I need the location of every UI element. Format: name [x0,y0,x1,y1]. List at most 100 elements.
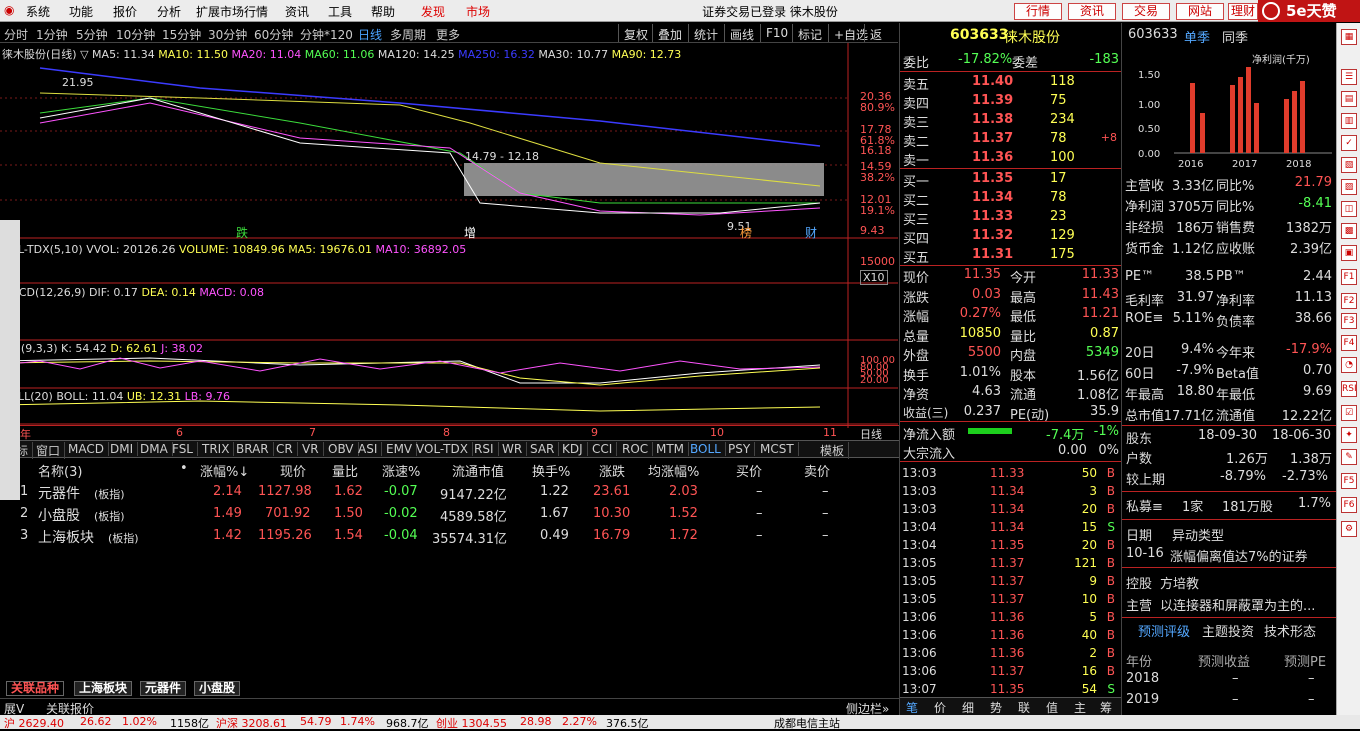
f10-button[interactable]: F10 [760,24,793,42]
tool-icon[interactable]: ◫ [1341,201,1357,217]
tab-chips[interactable]: 筹 [1100,699,1112,716]
tool-icon[interactable]: ▥ [1341,113,1357,129]
tab-fsl[interactable]: FSL [168,442,198,456]
tab-boll[interactable]: BOLL [686,442,726,456]
book-row[interactable]: 买五 11.31 175 [900,245,1121,266]
tab-psy[interactable]: PSY [724,442,756,456]
tab-mcst[interactable]: MCST [756,442,799,456]
stats-button[interactable]: 统计 [688,24,723,42]
tool-icon[interactable]: ✓ [1341,135,1357,151]
menu-market[interactable]: 市场 [466,3,490,20]
menu-news[interactable]: 资讯 [285,3,309,20]
col-speed[interactable]: 涨速% [382,461,420,480]
tab-main[interactable]: 主 [1074,699,1086,716]
col-volume-ratio[interactable]: 量比 [332,461,358,480]
event-text[interactable]: 涨幅偏离值达7%的证券 [1170,546,1308,565]
tab-theme-investing[interactable]: 主题投资 [1202,621,1254,640]
col-ask[interactable]: 卖价 [804,461,830,480]
menu-function[interactable]: 功能 [69,3,93,20]
tab-macd[interactable]: MACD [64,442,109,456]
tab-window[interactable]: 窗口 [32,442,66,459]
period-daily[interactable]: 日线 [358,26,382,43]
tool-icon[interactable]: F5 [1341,473,1357,489]
menu-extended-market[interactable]: 扩展市场行情 [196,3,268,20]
period-10min[interactable]: 10分钟 [116,26,155,43]
tool-icon[interactable]: ☰ [1341,69,1357,85]
book-row[interactable]: 卖四 11.39 75 [900,91,1121,112]
period-120min[interactable]: 分钟*120 [300,26,353,43]
tool-icon[interactable]: ▦ [1341,29,1357,45]
period-30min[interactable]: 30分钟 [208,26,247,43]
overlay-button[interactable]: 叠加 [652,24,687,42]
tool-icon[interactable]: ▤ [1341,91,1357,107]
tab-cr[interactable]: CR [272,442,298,456]
app-icon[interactable]: ◉ [4,3,14,17]
tab-kdj[interactable]: KDJ [558,442,588,456]
sheet-shanghai[interactable]: 上海板块 [74,681,133,696]
tab-sar[interactable]: SAR [526,442,560,456]
col-change[interactable]: 涨跌 [599,461,625,480]
book-row[interactable]: 买四 11.32 129 [900,226,1121,247]
tab-roc[interactable]: ROC [618,442,654,456]
period-multi[interactable]: 多周期 [390,26,426,43]
period-intraday[interactable]: 分时 [4,26,28,43]
tab-same-quarter[interactable]: 同季 [1222,27,1248,46]
tab-wr[interactable]: WR [498,442,528,456]
tab-forecast-rating[interactable]: 预测评级 [1138,621,1190,640]
sheet-components[interactable]: 元器件 [140,681,187,696]
tool-icon[interactable]: F1 [1341,269,1357,285]
tool-icon[interactable]: ☑ [1341,405,1357,421]
period-5min[interactable]: 5分钟 [76,26,108,43]
tool-icon[interactable]: ✦ [1341,427,1357,443]
tool-icon[interactable]: ⚙ [1341,521,1357,537]
quote-button[interactable]: 行情 [1014,3,1062,20]
tab-trend[interactable]: 势 [990,699,1002,716]
book-row[interactable]: 卖五 11.40 118 [900,72,1121,93]
tool-icon[interactable]: ✎ [1341,449,1357,465]
book-row[interactable]: 买一 11.35 17 [900,169,1121,190]
tab-price[interactable]: 价 [934,699,946,716]
period-60min[interactable]: 60分钟 [254,26,293,43]
template-button[interactable]: 模板 [816,442,850,459]
tab-tech-pattern[interactable]: 技术形态 [1264,621,1316,640]
book-row[interactable]: 卖一 11.36 100 [900,148,1121,169]
col-bid[interactable]: 买价 [736,461,762,480]
menu-tools[interactable]: 工具 [328,3,352,20]
left-scroll-edge[interactable] [0,220,20,500]
tab-rsi[interactable]: RSI [470,442,499,456]
mark-button[interactable]: 标记 [792,24,827,42]
tab-trades[interactable]: 笔 [906,699,918,716]
sheet-related[interactable]: 关联品种 [6,681,65,696]
period-1min[interactable]: 1分钟 [36,26,68,43]
col-price[interactable]: 现价 [280,461,306,480]
draw-line-button[interactable]: 画线 [724,24,759,42]
news-button[interactable]: 资讯 [1068,3,1116,20]
book-row[interactable]: 买三 11.33 23 [900,207,1121,228]
tool-icon[interactable]: ◔ [1341,357,1357,373]
tool-icon[interactable]: F3 [1341,313,1357,329]
tool-icon[interactable]: ▩ [1341,223,1357,239]
period-15min[interactable]: 15分钟 [162,26,201,43]
website-button[interactable]: 网站 [1176,3,1224,20]
menu-help[interactable]: 帮助 [371,3,395,20]
col-turnover[interactable]: 换手% [532,461,570,480]
tab-vr[interactable]: VR [298,442,324,456]
tab-asi[interactable]: ASI [354,442,383,456]
col-name[interactable]: 名称(3) [38,461,82,480]
tool-icon[interactable]: ▧ [1341,157,1357,173]
tool-icon[interactable]: RSI [1341,381,1357,397]
tab-detail[interactable]: 细 [962,699,974,716]
kline-chart[interactable]: 21.95 14.79 - 12.18 9.51 跌 增 榜 财 [0,43,900,428]
back-button[interactable]: 返回 [864,24,898,59]
trade-button[interactable]: 交易 [1122,3,1170,20]
tab-brar[interactable]: BRAR [232,442,274,456]
book-row[interactable]: 买二 11.34 78 [900,188,1121,209]
sheet-smallcap[interactable]: 小盘股 [194,681,241,696]
adjust-button[interactable]: 复权 [618,24,653,42]
menu-discover[interactable]: 发现 [421,3,445,20]
tool-icon[interactable]: F6 [1341,497,1357,513]
book-row[interactable]: 卖二 11.37 78 +8 [900,129,1121,150]
menu-system[interactable]: 系统 [26,3,50,20]
tab-vol-tdx[interactable]: VOL-TDX [412,442,473,456]
tab-cci[interactable]: CCI [588,442,618,456]
